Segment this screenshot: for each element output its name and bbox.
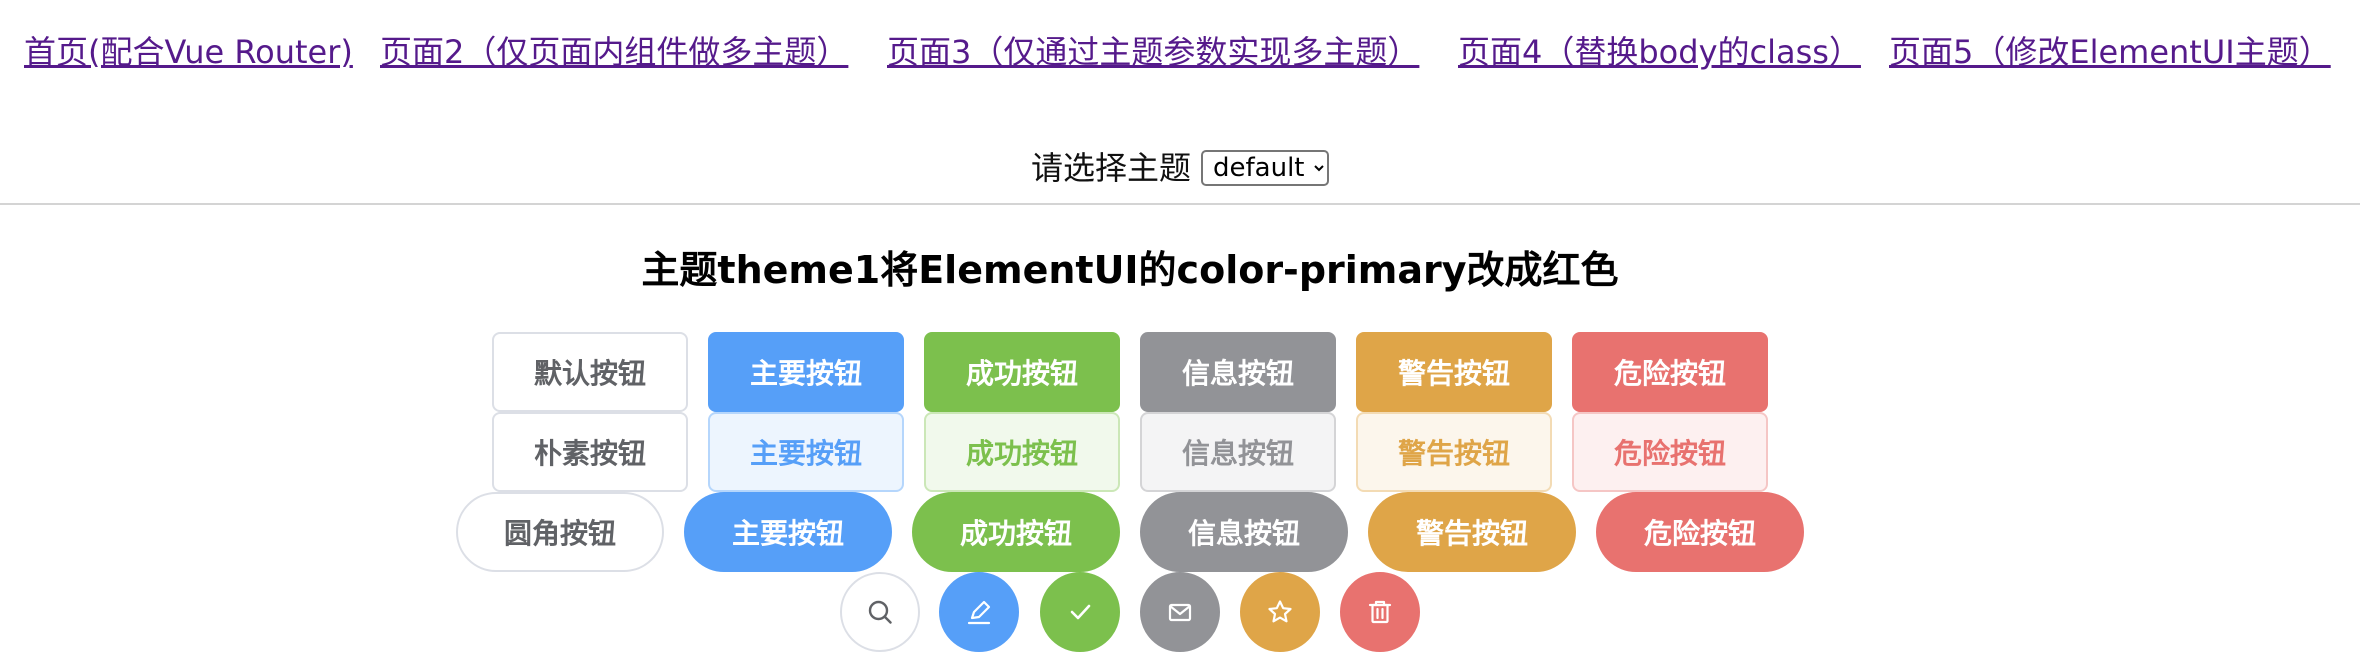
default-button[interactable]: 默认按钮 xyxy=(492,332,688,412)
nav-link-home[interactable]: 首页(配合Vue Router) xyxy=(24,30,353,74)
round-danger-button[interactable]: 危险按钮 xyxy=(1596,492,1804,572)
plain-warning-button[interactable]: 警告按钮 xyxy=(1356,412,1552,492)
plain-success-button[interactable]: 成功按钮 xyxy=(924,412,1120,492)
primary-button[interactable]: 主要按钮 xyxy=(708,332,904,412)
round-success-button[interactable]: 成功按钮 xyxy=(912,492,1120,572)
search-icon xyxy=(866,598,894,626)
divider xyxy=(0,203,2360,205)
round-default-button[interactable]: 圆角按钮 xyxy=(456,492,664,572)
nav-link-page4[interactable]: 页面4（替换body的class） xyxy=(1458,30,1861,74)
theme-select[interactable]: default xyxy=(1201,150,1329,186)
plain-default-button[interactable]: 朴素按钮 xyxy=(492,412,688,492)
circle-star-button[interactable] xyxy=(1240,572,1320,652)
plain-info-button[interactable]: 信息按钮 xyxy=(1140,412,1336,492)
circle-edit-button[interactable] xyxy=(939,572,1019,652)
round-primary-button[interactable]: 主要按钮 xyxy=(684,492,892,572)
success-button[interactable]: 成功按钮 xyxy=(924,332,1120,412)
edit-icon xyxy=(965,598,993,626)
info-button[interactable]: 信息按钮 xyxy=(1140,332,1336,412)
theme-select-label: 请选择主题 xyxy=(1030,149,1191,187)
plain-danger-button[interactable]: 危险按钮 xyxy=(1572,412,1768,492)
delete-icon xyxy=(1366,598,1394,626)
circle-message-button[interactable] xyxy=(1140,572,1220,652)
theme-selector-row: 请选择主题 default xyxy=(0,143,2360,191)
plain-primary-button[interactable]: 主要按钮 xyxy=(708,412,904,492)
nav-link-page2[interactable]: 页面2（仅页面内组件做多主题） xyxy=(380,30,848,74)
warning-button[interactable]: 警告按钮 xyxy=(1356,332,1552,412)
circle-search-button[interactable] xyxy=(840,572,920,652)
nav-link-page5[interactable]: 页面5（修改ElementUI主题） xyxy=(1889,30,2331,74)
check-icon xyxy=(1066,598,1094,626)
circle-delete-button[interactable] xyxy=(1340,572,1420,652)
nav-bar: 首页(配合Vue Router) 页面2（仅页面内组件做多主题） 页面3（仅通过… xyxy=(0,30,2360,80)
circle-check-button[interactable] xyxy=(1040,572,1120,652)
round-warning-button[interactable]: 警告按钮 xyxy=(1368,492,1576,572)
page-heading: 主题theme1将ElementUI的color-primary改成红色 xyxy=(641,248,1619,292)
message-icon xyxy=(1166,598,1194,626)
round-info-button[interactable]: 信息按钮 xyxy=(1140,492,1348,572)
danger-button[interactable]: 危险按钮 xyxy=(1572,332,1768,412)
star-icon xyxy=(1266,598,1294,626)
nav-link-page3[interactable]: 页面3（仅通过主题参数实现多主题） xyxy=(887,30,1419,74)
